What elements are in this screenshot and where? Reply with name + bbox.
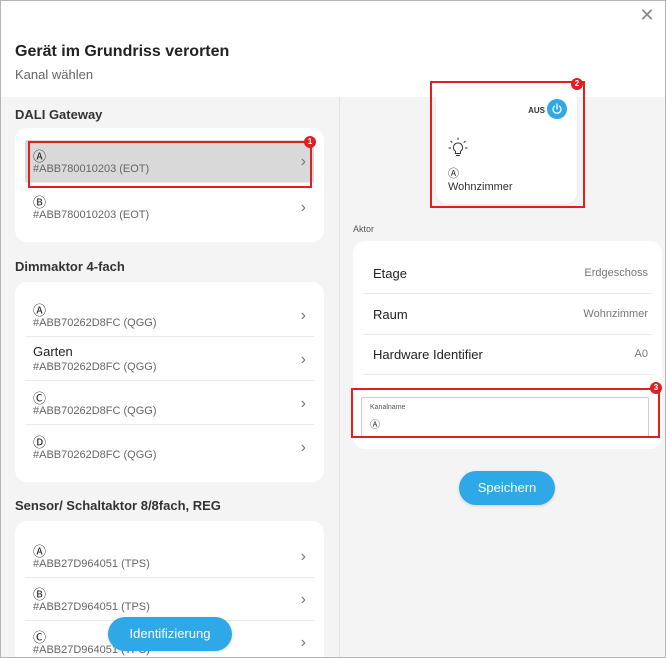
channel-device-id: #ABB27D964051 (TPS) xyxy=(33,558,150,570)
chevron-right-icon: › xyxy=(300,351,306,368)
chevron-right-icon: › xyxy=(300,591,306,608)
aktor-section-label: Aktor xyxy=(353,224,375,234)
info-key: Hardware Identifier xyxy=(373,347,483,362)
channel-device-id: #ABB70262D8FC (QGG) xyxy=(33,361,157,373)
info-row-floor: Etage Erdgeschoss xyxy=(363,254,652,294)
close-icon[interactable]: ✕ xyxy=(639,6,655,24)
group-title-dimmaktor: Dimmaktor 4-fach xyxy=(15,259,125,274)
channel-name-label: Kanalname xyxy=(370,404,406,411)
identify-button[interactable]: Identifizierung xyxy=(108,617,232,651)
annotation-badge-1: 1 xyxy=(304,136,316,148)
tile-room: Wohnzimmer xyxy=(448,181,513,193)
group-card-dimmaktor: Ⓐ #ABB70262D8FC (QGG) › Garten #ABB70262… xyxy=(15,282,324,482)
channel-row[interactable]: Garten #ABB70262D8FC (QGG) › xyxy=(25,338,314,381)
light-bulb-icon xyxy=(448,137,468,164)
channel-device-id: #ABB70262D8FC (QGG) xyxy=(33,449,157,461)
chevron-right-icon: › xyxy=(300,634,306,651)
channel-row[interactable]: Ⓑ #ABB780010203 (EOT) › xyxy=(25,186,314,229)
channel-row[interactable]: Ⓐ #ABB27D964051 (TPS) › xyxy=(25,535,314,578)
channel-device-id: #ABB780010203 (EOT) xyxy=(33,163,150,175)
chevron-right-icon: › xyxy=(300,548,306,565)
info-value: A0 xyxy=(634,348,648,360)
state-label: AUS xyxy=(528,106,545,115)
info-value: Wohnzimmer xyxy=(583,308,648,320)
dialog: ✕ Gerät im Grundriss verorten Kanal wähl… xyxy=(0,0,666,658)
annotation-badge-3: 3 xyxy=(650,382,662,394)
info-row-hardware-id: Hardware Identifier A0 xyxy=(363,335,652,375)
info-row-room: Raum Wohnzimmer xyxy=(363,295,652,335)
info-key: Raum xyxy=(373,307,408,322)
group-card-dali-gateway: Ⓐ #ABB780010203 (EOT) › Ⓑ #ABB780010203 … xyxy=(15,128,324,242)
channel-device-id: #ABB70262D8FC (QGG) xyxy=(33,405,157,417)
tile-channel: Ⓐ xyxy=(448,168,459,180)
channel-row[interactable]: Ⓐ #ABB70262D8FC (QGG) › xyxy=(25,294,314,337)
channel-name-input[interactable] xyxy=(370,416,630,430)
channel-name-field[interactable]: Kanalname xyxy=(361,397,649,437)
group-title-dali-gateway: DALI Gateway xyxy=(15,107,103,122)
info-key: Etage xyxy=(373,266,407,281)
dialog-title: Gerät im Grundriss verorten xyxy=(15,43,230,60)
chevron-right-icon: › xyxy=(300,153,306,170)
channel-row[interactable]: Ⓒ #ABB70262D8FC (QGG) › xyxy=(25,382,314,425)
channel-device-id: #ABB70262D8FC (QGG) xyxy=(33,317,157,329)
group-title-sensor-schaltaktor: Sensor/ Schaltaktor 8/8fach, REG xyxy=(15,498,221,513)
channel-device-id: #ABB27D964051 (TPS) xyxy=(33,601,150,613)
channel-device-id: #ABB780010203 (EOT) xyxy=(33,209,150,221)
save-button[interactable]: Speichern xyxy=(459,471,555,505)
device-tile[interactable]: AUS Ⓐ Wohnzimmer xyxy=(436,87,577,204)
power-icon[interactable] xyxy=(547,99,567,119)
channel-row[interactable]: Ⓐ #ABB780010203 (EOT) › xyxy=(25,140,314,183)
chevron-right-icon: › xyxy=(300,307,306,324)
chevron-right-icon: › xyxy=(300,439,306,456)
channel-row[interactable]: Ⓑ #ABB27D964051 (TPS) › xyxy=(25,578,314,621)
channel-row[interactable]: Ⓓ #ABB70262D8FC (QGG) › xyxy=(25,426,314,469)
chevron-right-icon: › xyxy=(300,395,306,412)
dialog-subtitle: Kanal wählen xyxy=(15,67,94,82)
info-value: Erdgeschoss xyxy=(584,267,648,279)
chevron-right-icon: › xyxy=(300,199,306,216)
channel-name: Garten xyxy=(33,344,73,359)
annotation-badge-2: 2 xyxy=(571,78,583,90)
